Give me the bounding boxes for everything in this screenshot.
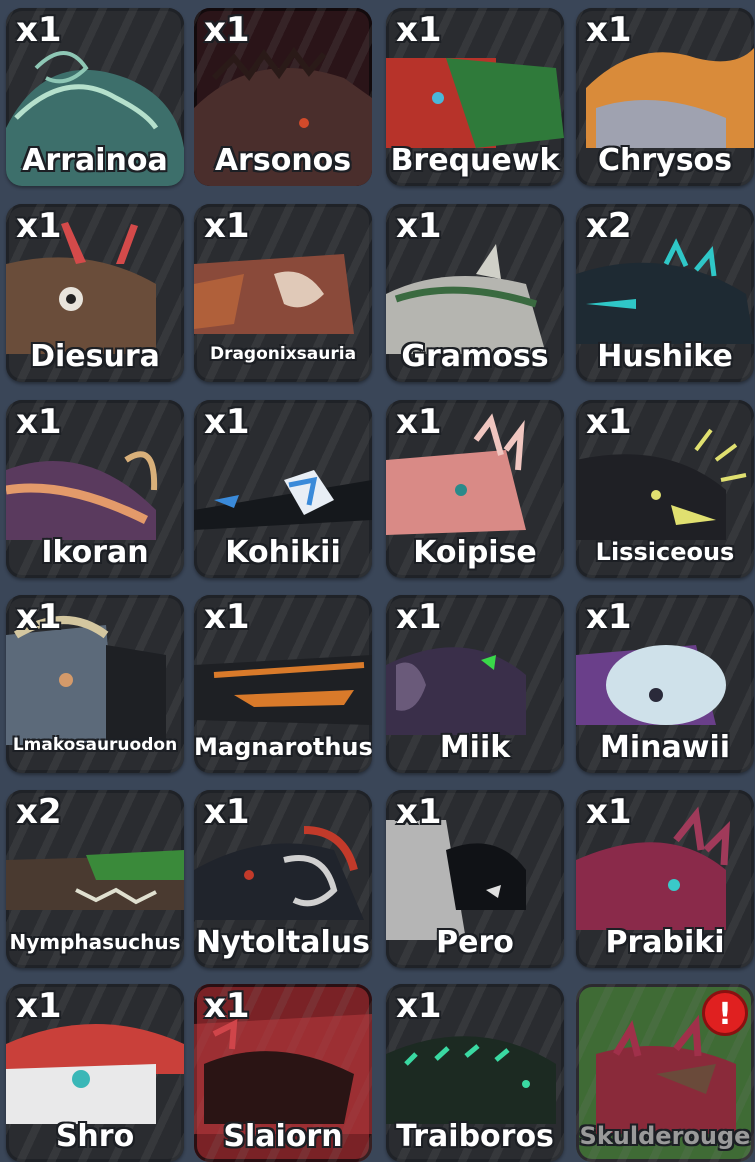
creature-slot-koipise[interactable]: x1 Koipise bbox=[386, 400, 564, 578]
creature-slot-traiboros[interactable]: x1 Traiboros bbox=[386, 984, 564, 1162]
creature-slot-dragonixsauria[interactable]: x1 Dragonixsauria bbox=[194, 204, 372, 382]
item-count: x2 bbox=[586, 206, 632, 246]
creature-name: Diesura bbox=[30, 339, 160, 374]
creature-slot-gramoss[interactable]: x1 Gramoss bbox=[386, 204, 564, 382]
item-count: x1 bbox=[204, 206, 250, 246]
creature-name: Miik bbox=[439, 730, 511, 765]
item-count: x1 bbox=[396, 597, 442, 637]
item-count: x1 bbox=[396, 10, 442, 50]
creature-name: Hushike bbox=[597, 339, 733, 374]
item-count: x1 bbox=[586, 597, 632, 637]
item-count: x1 bbox=[16, 402, 62, 442]
creature-name: Slaiorn bbox=[223, 1119, 343, 1154]
creature-slot-chrysos[interactable]: x1 Chrysos bbox=[576, 8, 754, 186]
creature-name: Lissiceous bbox=[595, 538, 735, 566]
creature-slot-kohikii[interactable]: x1 Kohikii bbox=[194, 400, 372, 578]
creature-grid: x1 Arrainoa x1 Arsonos x1 Brequewk x1 Ch… bbox=[0, 0, 755, 1162]
item-count: x1 bbox=[204, 792, 250, 832]
item-count: x1 bbox=[204, 10, 250, 50]
creature-name: Shro bbox=[55, 1119, 135, 1154]
item-count: x1 bbox=[204, 402, 250, 442]
creature-slot-arsonos[interactable]: x1 Arsonos bbox=[194, 8, 372, 186]
creature-name: Magnarothus bbox=[194, 733, 372, 761]
item-count: x1 bbox=[204, 986, 250, 1026]
creature-name: Dragonixsauria bbox=[209, 344, 357, 364]
creature-slot-brequewk[interactable]: x1 Brequewk bbox=[386, 8, 564, 186]
creature-name: Lmakosauruodon bbox=[12, 735, 178, 755]
creature-slot-pero[interactable]: x1 Pero bbox=[386, 790, 564, 968]
creature-slot-nymphasuchus[interactable]: x2 Nymphasuchus bbox=[6, 790, 184, 968]
creature-slot-hushike[interactable]: x2 Hushike bbox=[576, 204, 754, 382]
item-count: x1 bbox=[396, 986, 442, 1026]
creature-name: Brequewk bbox=[390, 143, 560, 178]
creature-name: Chrysos bbox=[597, 143, 733, 178]
item-count: x1 bbox=[586, 792, 632, 832]
item-count: x1 bbox=[586, 402, 632, 442]
alert-badge-icon: ! bbox=[702, 990, 748, 1036]
item-count: x1 bbox=[396, 402, 442, 442]
creature-slot-skulderouge[interactable]: ! Skulderouge bbox=[576, 984, 754, 1162]
creature-name: Gramoss bbox=[401, 339, 549, 374]
creature-slot-shro[interactable]: x1 Shro bbox=[6, 984, 184, 1162]
item-count: x1 bbox=[16, 206, 62, 246]
item-count: x1 bbox=[16, 597, 62, 637]
item-count: x1 bbox=[396, 206, 442, 246]
creature-name: Koipise bbox=[413, 535, 537, 570]
creature-slot-minawii[interactable]: x1 Minawii bbox=[576, 595, 754, 773]
creature-name: Nymphasuchus bbox=[9, 930, 181, 954]
creature-slot-lmakosauruodon[interactable]: x1 Lmakosauruodon bbox=[6, 595, 184, 773]
creature-slot-lissiceous[interactable]: x1 Lissiceous bbox=[576, 400, 754, 578]
item-count: x1 bbox=[16, 986, 62, 1026]
creature-name: Prabiki bbox=[605, 925, 725, 960]
creature-slot-nytoltalus[interactable]: x1 Nytoltalus bbox=[194, 790, 372, 968]
creature-slot-diesura[interactable]: x1 Diesura bbox=[6, 204, 184, 382]
creature-slot-ikoran[interactable]: x1 Ikoran bbox=[6, 400, 184, 578]
creature-name: Ikoran bbox=[41, 535, 149, 570]
creature-slot-prabiki[interactable]: x1 Prabiki bbox=[576, 790, 754, 968]
creature-name: Nytoltalus bbox=[196, 925, 370, 960]
creature-name: Arrainoa bbox=[22, 143, 168, 178]
item-count: x1 bbox=[204, 597, 250, 637]
item-count: x1 bbox=[396, 792, 442, 832]
creature-slot-slaiorn[interactable]: x1 Slaiorn bbox=[194, 984, 372, 1162]
item-count: x2 bbox=[16, 792, 62, 832]
creature-name: Minawii bbox=[599, 730, 731, 765]
creature-name: Kohikii bbox=[225, 535, 341, 570]
item-count: x1 bbox=[586, 10, 632, 50]
item-count: x1 bbox=[16, 10, 62, 50]
creature-name: Skulderouge bbox=[579, 1122, 751, 1150]
creature-slot-arrainoa[interactable]: x1 Arrainoa bbox=[6, 8, 184, 186]
creature-name: Traiboros bbox=[396, 1119, 554, 1154]
creature-name: Arsonos bbox=[214, 143, 352, 178]
creature-name: Pero bbox=[436, 925, 514, 960]
creature-slot-miik[interactable]: x1 Miik bbox=[386, 595, 564, 773]
creature-slot-magnarothus[interactable]: x1 Magnarothus bbox=[194, 595, 372, 773]
